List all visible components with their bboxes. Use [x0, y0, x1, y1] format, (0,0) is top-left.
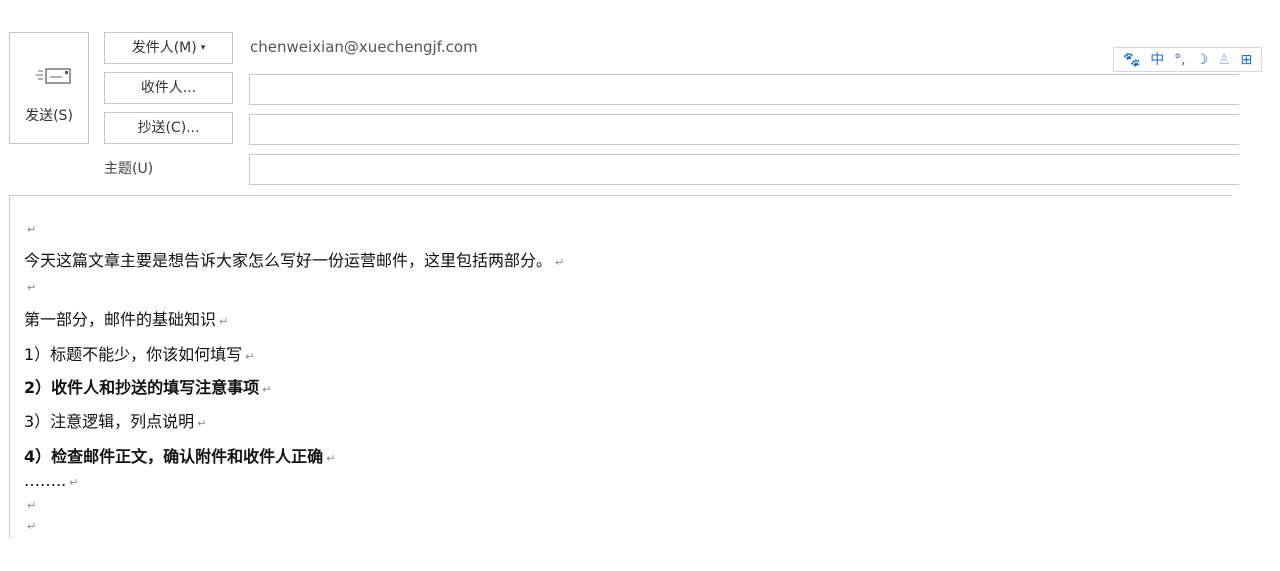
- body-line: 第一部分，邮件的基础知识 ↵: [24, 310, 229, 329]
- punctuation-icon[interactable]: °,: [1174, 53, 1185, 67]
- body-line: 4）检查邮件正文，确认附件和收件人正确 ↵: [24, 447, 336, 466]
- email-compose-window: 发送(S) 发件人(M) ▾ chenweixian@xuechengjf.com…: [0, 0, 1280, 571]
- ime-toolbar[interactable]: 🐾 中 °, ☽ ♙ ⊞: [1113, 47, 1262, 72]
- grid-icon[interactable]: ⊞: [1240, 53, 1252, 67]
- subject-input[interactable]: [249, 154, 1239, 185]
- return-mark-icon: ↵: [27, 499, 37, 512]
- from-address: chenweixian@xuechengjf.com: [250, 38, 478, 56]
- send-envelope-icon: [36, 68, 71, 84]
- body-line: ↵: [24, 218, 36, 237]
- from-button-label: 发件人(M): [131, 40, 197, 56]
- return-mark-icon: ↵: [262, 383, 272, 396]
- return-mark-icon: ↵: [197, 417, 207, 430]
- return-mark-icon: ↵: [245, 350, 255, 363]
- user-icon[interactable]: ♙: [1218, 53, 1231, 67]
- cc-input[interactable]: [249, 114, 1239, 145]
- body-line: 2）收件人和抄送的填写注意事项 ↵: [24, 378, 272, 397]
- return-mark-icon: ↵: [27, 520, 37, 533]
- cc-button[interactable]: 抄送(C)...: [104, 112, 233, 144]
- paw-icon[interactable]: 🐾: [1123, 53, 1140, 67]
- chevron-down-icon: ▾: [200, 43, 206, 53]
- to-button-label: 收件人...: [140, 80, 197, 96]
- return-mark-icon: ↵: [27, 223, 37, 236]
- body-line: ↵: [24, 494, 36, 513]
- send-label: 发送(S): [25, 108, 73, 124]
- body-line: ↵: [24, 276, 36, 295]
- send-button[interactable]: 发送(S): [9, 32, 89, 144]
- chinese-mode-icon[interactable]: 中: [1150, 53, 1164, 67]
- body-line: 3）注意逻辑，列点说明 ↵: [24, 412, 207, 431]
- return-mark-icon: ↵: [219, 315, 229, 328]
- return-mark-icon: ↵: [555, 256, 565, 269]
- body-line: 今天这篇文章主要是想告诉大家怎么写好一份运营邮件，这里包括两部分。 ↵: [24, 251, 565, 270]
- return-mark-icon: ↵: [69, 476, 79, 489]
- body-line: ↵: [24, 515, 36, 534]
- from-button[interactable]: 发件人(M) ▾: [104, 32, 233, 64]
- return-mark-icon: ↵: [27, 281, 37, 294]
- to-button[interactable]: 收件人...: [104, 72, 233, 104]
- body-line: …….. ↵: [24, 471, 79, 490]
- body-line: 1）标题不能少，你该如何填写 ↵: [24, 345, 255, 364]
- cc-button-label: 抄送(C)...: [137, 120, 200, 136]
- moon-icon[interactable]: ☽: [1195, 53, 1208, 67]
- subject-label: 主题(U): [104, 161, 154, 177]
- return-mark-icon: ↵: [326, 452, 336, 465]
- to-input[interactable]: [249, 74, 1239, 105]
